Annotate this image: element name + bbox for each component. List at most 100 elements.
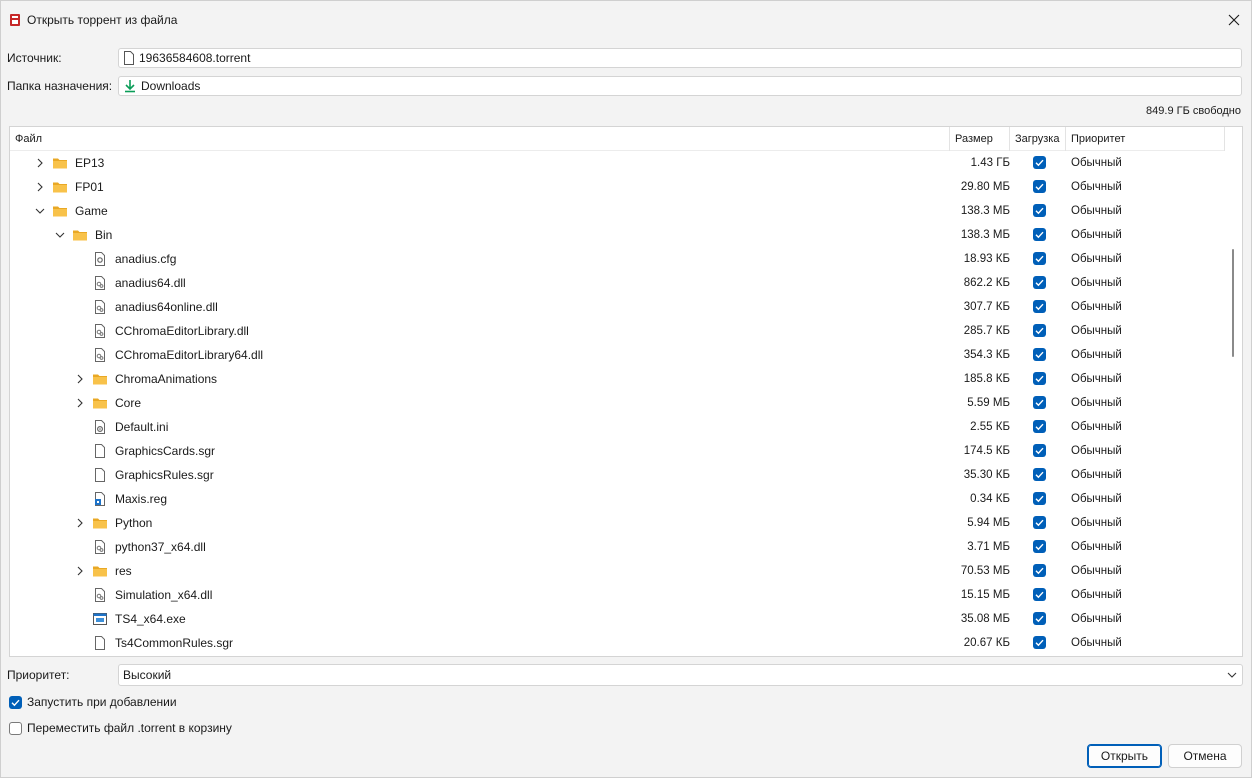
vertical-scrollbar[interactable] [1225,127,1242,656]
check-icon [1035,207,1044,215]
tree-row-file[interactable]: python37_x64.dll 3.71 МБ Обычный [10,535,1225,559]
download-checkbox[interactable] [1033,468,1046,481]
file-priority[interactable]: Обычный [1071,487,1122,511]
tree-row-file[interactable]: anadius64.dll 862.2 КБ Обычный [10,271,1225,295]
file-priority[interactable]: Обычный [1071,367,1122,391]
check-icon [1035,567,1044,575]
file-priority[interactable]: Обычный [1071,559,1122,583]
start-on-add-option[interactable]: Запустить при добавлении [9,695,177,709]
download-checkbox[interactable] [1033,540,1046,553]
close-button[interactable] [1219,5,1249,35]
chevron-down-icon[interactable] [54,229,66,241]
download-checkbox[interactable] [1033,612,1046,625]
tree-row-file[interactable]: TS4_x64.exe 35.08 МБ Обычный [10,607,1225,631]
file-priority[interactable]: Обычный [1071,271,1122,295]
tree-row-folder[interactable]: Core 5.59 МБ Обычный [10,391,1225,415]
file-priority[interactable]: Обычный [1071,199,1122,223]
tree-row-folder[interactable]: Bin 138.3 МБ Обычный [10,223,1225,247]
file-priority[interactable]: Обычный [1071,583,1122,607]
column-download[interactable]: Загрузка [1010,127,1059,151]
file-priority[interactable]: Обычный [1071,247,1122,271]
column-priority[interactable]: Приоритет [1066,127,1125,151]
download-checkbox[interactable] [1033,300,1046,313]
tree-row-file[interactable]: Simulation_x64.dll 15.15 МБ Обычный [10,583,1225,607]
source-label: Источник: [7,51,62,65]
file-priority[interactable]: Обычный [1071,463,1122,487]
file-tree[interactable]: Файл Размер Загрузка Приоритет EP13 1.43 … [9,126,1243,657]
column-size[interactable]: Размер [950,127,993,151]
download-checkbox[interactable] [1033,516,1046,529]
download-checkbox[interactable] [1033,180,1046,193]
file-priority[interactable]: Обычный [1071,343,1122,367]
tree-row-file[interactable]: anadius.cfg 18.93 КБ Обычный [10,247,1225,271]
download-icon [125,80,135,93]
tree-row-file[interactable]: CChromaEditorLibrary.dll 285.7 КБ Обычный [10,319,1225,343]
chevron-right-icon[interactable] [74,397,86,409]
check-icon [1035,495,1044,503]
download-checkbox[interactable] [1033,372,1046,385]
file-priority[interactable]: Обычный [1071,223,1122,247]
file-priority[interactable]: Обычный [1071,535,1122,559]
chevron-right-icon[interactable] [34,181,46,193]
download-checkbox[interactable] [1033,636,1046,649]
tree-row-folder[interactable]: Python 5.94 МБ Обычный [10,511,1225,535]
check-icon [1035,279,1044,287]
download-checkbox[interactable] [1033,204,1046,217]
tree-row-file[interactable]: Ts4CommonRules.sgr 20.67 КБ Обычный [10,631,1225,655]
chevron-right-icon[interactable] [74,565,86,577]
move-to-trash-option[interactable]: Переместить файл .torrent в корзину [9,721,232,735]
download-checkbox[interactable] [1033,156,1046,169]
download-checkbox[interactable] [1033,564,1046,577]
chevron-right-icon[interactable] [74,373,86,385]
file-priority[interactable]: Обычный [1071,415,1122,439]
priority-select[interactable]: Высокий [118,664,1243,686]
file-priority[interactable]: Обычный [1071,607,1122,631]
file-priority[interactable]: Обычный [1071,295,1122,319]
tree-row-folder[interactable]: EP13 1.43 ГБ Обычный [10,151,1225,175]
column-file[interactable]: Файл [10,127,42,151]
file-priority[interactable]: Обычный [1071,391,1122,415]
download-checkbox[interactable] [1033,324,1046,337]
open-button[interactable]: Открыть [1087,744,1162,768]
tree-row-file[interactable]: GraphicsCards.sgr 174.5 КБ Обычный [10,439,1225,463]
download-checkbox[interactable] [1033,276,1046,289]
download-checkbox[interactable] [1033,396,1046,409]
download-checkbox[interactable] [1033,228,1046,241]
tree-row-folder[interactable]: ChromaAnimations 185.8 КБ Обычный [10,367,1225,391]
check-icon [1035,615,1044,623]
download-checkbox[interactable] [1033,588,1046,601]
tree-row-folder[interactable]: Game 138.3 МБ Обычный [10,199,1225,223]
download-checkbox[interactable] [1033,252,1046,265]
tree-row-folder[interactable]: res 70.53 МБ Обычный [10,559,1225,583]
file-priority[interactable]: Обычный [1071,439,1122,463]
file-priority[interactable]: Обычный [1071,175,1122,199]
destination-field[interactable]: Downloads [118,76,1242,96]
cancel-button[interactable]: Отмена [1168,744,1242,768]
start-on-add-checkbox[interactable] [9,695,22,709]
chevron-right-icon[interactable] [34,157,46,169]
file-priority[interactable]: Обычный [1071,319,1122,343]
tree-row-folder[interactable]: FP01 29.80 МБ Обычный [10,175,1225,199]
chevron-down-icon[interactable] [34,205,46,217]
download-checkbox[interactable] [1033,444,1046,457]
tree-row-file[interactable]: GraphicsRules.sgr 35.30 КБ Обычный [10,463,1225,487]
tree-row-file[interactable]: Default.ini 2.55 КБ Обычный [10,415,1225,439]
file-name: TS4_x64.exe [115,612,186,626]
chevron-down-icon [1227,672,1237,678]
tree-row-file[interactable]: CChromaEditorLibrary64.dll 354.3 КБ Обычны… [10,343,1225,367]
download-checkbox[interactable] [1033,492,1046,505]
tree-row-file[interactable]: Maxis.reg 0.34 КБ Обычный [10,487,1225,511]
move-to-trash-checkbox[interactable] [9,721,22,735]
tree-row-file[interactable]: anadius64online.dll 307.7 КБ Обычный [10,295,1225,319]
file-priority[interactable]: Обычный [1071,631,1122,655]
download-checkbox[interactable] [1033,348,1046,361]
chevron-right-icon[interactable] [74,517,86,529]
check-icon [1035,471,1044,479]
file-name: Bin [95,228,113,242]
file-size: 185.8 КБ [963,373,1010,385]
file-priority[interactable]: Обычный [1071,511,1122,535]
source-field[interactable]: 19636584608.torrent [118,48,1242,68]
download-checkbox[interactable] [1033,420,1046,433]
file-priority[interactable]: Обычный [1071,151,1122,175]
scrollbar-thumb[interactable] [1232,249,1234,357]
